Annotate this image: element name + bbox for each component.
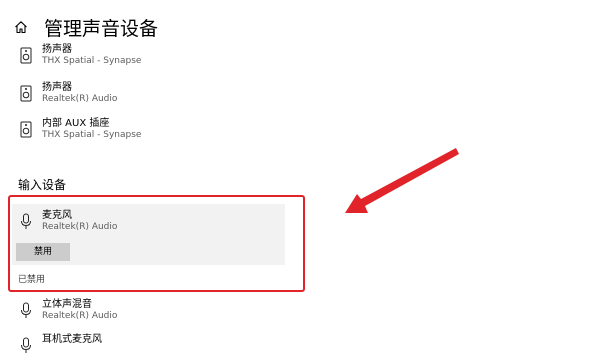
- output-device-thx-speaker[interactable]: 扬声器 THX Spatial - Synapse: [20, 44, 280, 72]
- device-driver: THX Spatial - Synapse: [42, 130, 142, 140]
- microphone-icon: [21, 213, 31, 229]
- device-driver: THX Spatial - Synapse: [42, 56, 142, 66]
- device-driver: Realtek(R) Audio: [42, 94, 118, 104]
- device-name: 耳机式麦克风: [42, 334, 102, 345]
- device-name: 立体声混音: [42, 299, 92, 310]
- output-device-aux-jack[interactable]: 内部 AUX 插座 THX Spatial - Synapse: [20, 118, 280, 146]
- output-device-realtek-speaker[interactable]: 扬声器 Realtek(R) Audio: [20, 82, 280, 110]
- home-icon[interactable]: [14, 20, 28, 34]
- microphone-icon: [21, 302, 31, 318]
- device-driver: Realtek(R) Audio: [42, 222, 118, 232]
- page-title: 管理声音设备: [44, 18, 159, 40]
- speaker-icon: [20, 85, 32, 102]
- speaker-icon: [20, 47, 32, 64]
- speaker-icon: [20, 121, 32, 138]
- disable-button[interactable]: 禁用: [16, 243, 70, 261]
- input-device-headset-mic[interactable]: 耳机式麦克风: [20, 334, 280, 362]
- device-name: 麦克风: [42, 210, 72, 221]
- device-driver: Realtek(R) Audio: [42, 311, 118, 321]
- microphone-icon: [21, 337, 31, 353]
- input-device-stereo-mix[interactable]: 立体声混音 Realtek(R) Audio: [20, 299, 280, 327]
- device-name: 扬声器: [42, 82, 72, 93]
- disabled-status-label: 已禁用: [18, 275, 46, 285]
- input-devices-heading: 输入设备: [18, 178, 67, 192]
- device-name: 内部 AUX 插座: [42, 118, 110, 129]
- input-device-microphone[interactable]: 麦克风 Realtek(R) Audio: [20, 210, 280, 238]
- device-name: 扬声器: [42, 44, 72, 55]
